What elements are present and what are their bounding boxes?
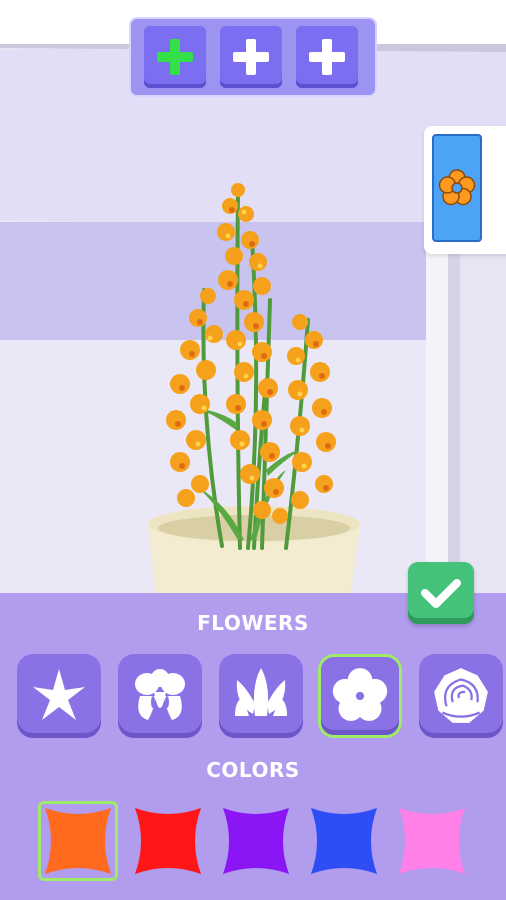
checkmark-icon bbox=[421, 579, 461, 608]
add-flower-slot-3[interactable] bbox=[296, 26, 358, 88]
plus-icon bbox=[309, 39, 345, 75]
color-swatch-red[interactable] bbox=[128, 801, 208, 881]
selected-flower-panel bbox=[424, 126, 506, 254]
flower-type-row bbox=[17, 654, 506, 738]
color-blob-icon bbox=[311, 808, 377, 874]
flower-type-tulip[interactable] bbox=[219, 654, 303, 738]
color-swatch-row bbox=[38, 801, 506, 881]
color-swatch-orange[interactable] bbox=[38, 801, 118, 881]
color-swatch-blue[interactable] bbox=[304, 801, 384, 881]
iris-icon bbox=[135, 669, 185, 720]
selected-flower-card[interactable] bbox=[432, 134, 482, 242]
color-blob-icon bbox=[45, 808, 111, 874]
lily-icon bbox=[33, 669, 85, 720]
flower-slot-bar bbox=[129, 17, 377, 97]
rose-icon bbox=[434, 668, 488, 723]
plus-icon bbox=[157, 39, 193, 75]
color-swatch-purple[interactable] bbox=[216, 801, 296, 881]
add-flower-slot-1[interactable] bbox=[144, 26, 206, 88]
customization-panel: FLOWERS COLORS bbox=[0, 593, 506, 900]
color-blob-icon bbox=[399, 808, 465, 874]
color-blob-icon bbox=[223, 808, 289, 874]
tulip-icon bbox=[235, 668, 287, 716]
plus-icon bbox=[233, 39, 269, 75]
color-swatch-pink[interactable] bbox=[392, 801, 472, 881]
flower-type-iris[interactable] bbox=[118, 654, 202, 738]
flower-type-lily[interactable] bbox=[17, 654, 101, 738]
colors-section-title: COLORS bbox=[206, 758, 300, 782]
add-flower-slot-2[interactable] bbox=[220, 26, 282, 88]
five-petal-icon bbox=[332, 668, 388, 721]
flower-type-five-petal[interactable] bbox=[318, 654, 402, 738]
confirm-button[interactable] bbox=[408, 562, 474, 624]
flower-type-rose[interactable] bbox=[419, 654, 503, 738]
color-blob-icon bbox=[135, 808, 201, 874]
orchid-blossoms bbox=[166, 183, 336, 524]
orange-flower-icon bbox=[438, 169, 476, 206]
